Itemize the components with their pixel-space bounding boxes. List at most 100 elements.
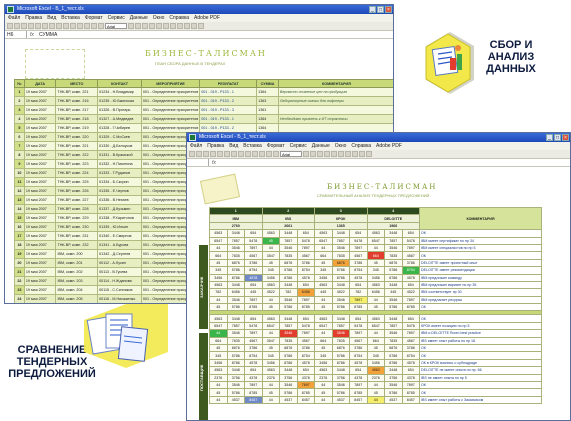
minimize-icon[interactable]: _ [369, 6, 376, 13]
score-cell[interactable]: 664 [366, 336, 385, 346]
cell-date[interactable]: 19 мая 2007 [23, 249, 57, 259]
score-cell[interactable]: 664 [366, 251, 385, 260]
score-cell[interactable]: 44 [261, 243, 280, 253]
redo-icon[interactable] [259, 151, 265, 157]
score-cell[interactable]: 45 [209, 303, 228, 312]
score-cell[interactable]: 7835 [331, 336, 350, 346]
cell-comment[interactable]: Вероятно снижение цен на продукцию [277, 87, 393, 97]
score-cell[interactable]: 7857 [331, 321, 350, 331]
score-cell[interactable]: 5786 [226, 266, 245, 275]
score-cell[interactable]: 664 [209, 336, 228, 346]
score-cell[interactable]: 4567 [296, 251, 315, 260]
score-cell[interactable]: 44 [366, 329, 385, 338]
maximize-icon[interactable]: □ [554, 134, 561, 141]
name-box[interactable]: H6 [5, 31, 27, 38]
cell-number[interactable]: 12 [14, 186, 25, 196]
score-cell[interactable]: 7857 [384, 321, 403, 331]
table-row[interactable]: 4563 3448 654 4563 3448 654 4563 3448 654 4563 344… [209, 314, 542, 323]
cell-contact[interactable]: 01234 - Н.Владимир [97, 87, 142, 97]
score-cell[interactable]: 4537 [226, 395, 245, 405]
cell-number[interactable]: 2 [14, 96, 25, 106]
score-cell[interactable]: 445 [384, 288, 403, 297]
cell-number[interactable]: 25 [15, 304, 25, 305]
score-cell[interactable]: 44 [209, 243, 228, 253]
score-cell[interactable]: 4563 [366, 280, 385, 290]
score-cell[interactable]: 445 [314, 288, 333, 297]
score-cell[interactable]: 5786 [279, 303, 298, 312]
score-cell[interactable]: 7835 [331, 251, 350, 260]
score-cell[interactable]: 8786 [384, 358, 403, 368]
cell-contact[interactable]: 01342 - Д.Сергеев [97, 249, 142, 259]
menu-item[interactable]: Сервис [108, 14, 125, 22]
cell-number[interactable]: 24 [14, 294, 25, 303]
score-cell[interactable]: 4537 [331, 395, 350, 405]
currency-icon[interactable] [345, 151, 351, 157]
comment-cell[interactable]: IBS имеет опыт работы с Заказчиком [419, 395, 542, 405]
score-cell[interactable]: 44 [314, 395, 333, 405]
score-cell[interactable]: 4567 [401, 336, 420, 346]
score-cell[interactable]: 4522 [261, 288, 280, 297]
cell-contact[interactable]: 01336 - В.Нехаев [97, 195, 142, 205]
formula-input[interactable]: СУММА [37, 32, 57, 38]
cell-date[interactable]: 19 мая 2007 [23, 177, 57, 187]
score-cell[interactable]: 45 [261, 236, 280, 245]
close-icon[interactable]: × [562, 134, 569, 141]
comment-cell[interactable]: ОК [419, 380, 542, 390]
score-cell[interactable]: 7857 [226, 321, 245, 331]
score-cell[interactable]: 4563 [314, 280, 333, 290]
score-cell[interactable]: 7897 [296, 380, 315, 390]
score-cell[interactable]: 4537 [279, 395, 298, 405]
score-cell[interactable]: 44 [314, 380, 333, 390]
score-cell[interactable]: 5786 [279, 351, 298, 360]
score-cell[interactable]: 7897 [349, 380, 368, 390]
cell-number[interactable]: 11 [14, 177, 25, 187]
cell-contact[interactable]: 00114 - Н.Жданова [97, 276, 142, 286]
table-row[interactable]: 3456 8786 4578 3456 8786 4578 3456 8786 4578 3456… [209, 273, 542, 282]
cell-number[interactable]: 14 [14, 204, 25, 214]
cell-number[interactable]: 20 [14, 258, 25, 268]
cell-place[interactable]: ТНК-ВР, комн. 218 [55, 114, 99, 124]
cell-number[interactable]: 18 [14, 240, 25, 250]
score-cell[interactable]: 4567 [244, 336, 263, 346]
score-cell[interactable]: 654 [244, 314, 263, 323]
menu-item[interactable]: Вставка [243, 142, 262, 150]
align-left-icon[interactable] [149, 23, 155, 29]
score-cell[interactable]: 45 [261, 344, 280, 353]
comment-cell[interactable]: ОК [419, 314, 542, 323]
table-row[interactable]: 2 19 мая 2007 ТНК-ВР, комн. 216 01235 - Ю.Б… [14, 96, 393, 106]
cell-contact[interactable]: 00113 - В.Гусева [97, 267, 142, 277]
cell-contact[interactable]: 01338 - Р.Харитонов [97, 213, 142, 223]
score-cell[interactable]: 8785 [296, 388, 315, 397]
cell-date[interactable]: 19 мая 2007 [23, 159, 57, 169]
score-cell[interactable]: 654 [296, 366, 315, 375]
cell-number[interactable]: 8 [14, 150, 25, 160]
comment-cell[interactable]: IBS имеет опыт работы по пр 18 [419, 336, 542, 346]
paste-icon[interactable] [63, 23, 69, 29]
comment-cell[interactable]: ОК [419, 229, 542, 238]
cell-place[interactable]: IBM, комн. 200 [55, 249, 99, 259]
score-cell[interactable]: 5786 [331, 388, 350, 397]
table-row[interactable]: 345 5786 8754 345 5786 8754 345 5786 8754 345 5786… [209, 266, 542, 275]
cell-place[interactable]: IBM, комн. 201 [55, 258, 99, 268]
score-cell[interactable]: 44 [366, 295, 385, 305]
score-cell[interactable]: 6547 [366, 321, 385, 331]
score-cell[interactable]: 4578 [401, 273, 420, 282]
menu-item[interactable]: Вид [229, 142, 238, 150]
score-cell[interactable]: 7897 [349, 329, 368, 338]
table-row[interactable]: 1 19 мая 2007 ТНК-ВР, комн. 221 01234 - Н.В… [14, 87, 393, 97]
score-cell[interactable]: 5786 [226, 303, 245, 312]
score-cell[interactable]: 4563 [261, 366, 280, 375]
redo-icon[interactable] [77, 23, 83, 29]
menu-item[interactable]: Справка [169, 14, 189, 22]
score-cell[interactable]: 3448 [384, 280, 403, 290]
score-cell[interactable]: 8754 [244, 266, 263, 275]
cell-place[interactable]: ТНК-ВР, комн. 221 [55, 87, 99, 97]
score-cell[interactable]: 4522 [401, 288, 420, 297]
cell-place[interactable]: ТНК-ВР, комн. 223 [55, 159, 99, 169]
comment-cell[interactable]: IBM предложил команду [419, 273, 542, 282]
percent-icon[interactable] [177, 23, 183, 29]
sort-icon[interactable] [273, 151, 279, 157]
score-cell[interactable]: 4378 [244, 373, 263, 383]
cell-number[interactable]: 7 [14, 141, 25, 151]
score-cell[interactable]: 7835 [384, 336, 403, 346]
